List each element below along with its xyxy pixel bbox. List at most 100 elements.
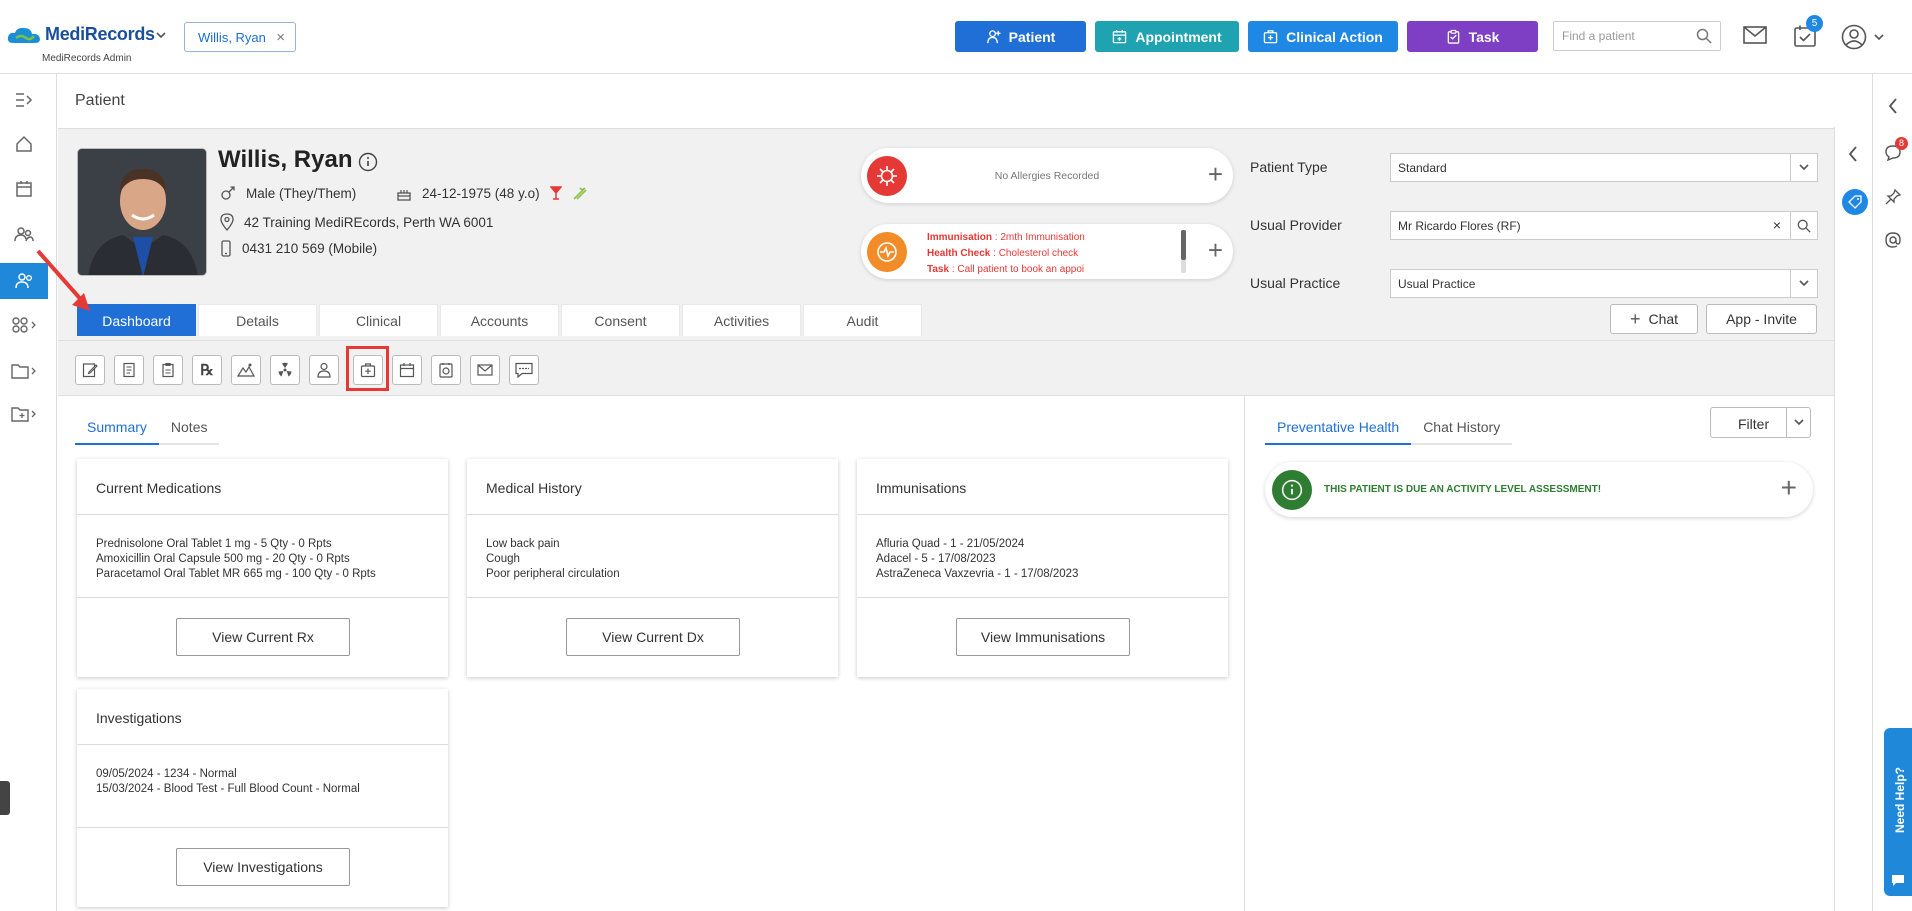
calendar-icon: [1113, 29, 1127, 44]
card-lines: Prednisolone Oral Tablet 1 mg - 5 Qty - …: [96, 537, 376, 582]
mail-icon[interactable]: [1743, 25, 1767, 45]
patient-header: Willis, Ryan Male (They/Them) 24-12-1975…: [58, 128, 1834, 340]
folder-icon[interactable]: [0, 353, 48, 389]
patient-gender-row: Male (They/Them): [220, 185, 356, 201]
calendar-icon[interactable]: [392, 355, 422, 385]
reminder-item[interactable]: Immunisation : 2mth Immunisation: [927, 230, 1177, 246]
mobile-phone-icon: [221, 240, 231, 257]
allergies-text: No Allergies Recorded: [994, 170, 1100, 182]
plus-icon: +: [1629, 308, 1641, 329]
patient-address: 42 Training MediREcords, Perth WA 6001: [244, 214, 494, 230]
app-invite-button[interactable]: App - Invite: [1706, 304, 1817, 334]
usual-provider-value: Mr Ricardo Flores (RF): [1398, 219, 1521, 233]
at-mention-icon[interactable]: [1884, 231, 1902, 249]
patient-type-select[interactable]: Standard: [1390, 153, 1818, 182]
view-immunisations-button[interactable]: View Immunisations: [956, 618, 1130, 656]
need-help-label: Need Help?: [1893, 766, 1907, 833]
chat-button[interactable]: + Chat: [1610, 304, 1698, 334]
patient-gender: Male (They/Them): [246, 185, 357, 201]
tab-accounts[interactable]: Accounts: [440, 304, 559, 336]
patient-page: Patient Willis, Ryan Male (They/Them) 24…: [36, 75, 1834, 911]
reminders-scrollbar[interactable]: [1181, 230, 1186, 273]
list-item: 15/03/2024 - Blood Test - Full Blood Cou…: [96, 783, 360, 795]
edit-note-icon[interactable]: [75, 355, 105, 385]
new-task-button[interactable]: Task: [1407, 21, 1538, 52]
tab-chat-history[interactable]: Chat History: [1411, 411, 1513, 445]
info-icon[interactable]: [358, 152, 378, 172]
chevron-down-icon[interactable]: [1790, 154, 1817, 181]
summary-subtabs: Summary Notes: [75, 411, 220, 445]
patient-chip-label: Willis, Ryan: [198, 30, 266, 45]
search-icon[interactable]: [1696, 28, 1712, 44]
document-list-icon[interactable]: [114, 355, 144, 385]
calendar-icon[interactable]: [0, 171, 48, 207]
tab-audit[interactable]: Audit: [803, 304, 922, 336]
usual-provider-select[interactable]: Mr Ricardo Flores (RF) ×: [1390, 211, 1818, 240]
pin-icon[interactable]: [1884, 188, 1902, 206]
allergies-card: No Allergies Recorded +: [861, 148, 1233, 203]
clinical-action-button[interactable]: Clinical Action: [1248, 21, 1398, 52]
folder-add-icon[interactable]: [0, 396, 48, 432]
filter-button[interactable]: Filter: [1710, 407, 1811, 438]
chat-button-label: Chat: [1648, 311, 1679, 327]
image-landscape-icon[interactable]: [231, 355, 261, 385]
sms-icon[interactable]: [509, 355, 539, 385]
tag-icon[interactable]: [1842, 189, 1868, 215]
reminder-item[interactable]: Task : Call patient to book an appoi: [927, 262, 1177, 275]
collapsed-side-tab[interactable]: [0, 781, 10, 815]
chevron-down-icon[interactable]: [1786, 408, 1811, 437]
card-lines: Afluria Quad - 1 - 21/05/2024 Adacel - 5…: [876, 537, 1078, 582]
add-reminder-icon[interactable]: +: [1208, 237, 1223, 263]
usual-practice-select[interactable]: Usual Practice: [1390, 269, 1818, 298]
mail-icon[interactable]: [470, 355, 500, 385]
tab-details[interactable]: Details: [198, 304, 317, 336]
highlight-box: [346, 346, 389, 391]
investigations-card: Investigations 09/05/2024 - 1234 - Norma…: [77, 689, 448, 907]
clipboard-document-icon[interactable]: [153, 355, 183, 385]
tab-clinical[interactable]: Clinical: [319, 304, 438, 336]
subtab-summary[interactable]: Summary: [75, 411, 159, 445]
patient-name: Willis, Ryan: [218, 146, 353, 173]
expand-menu-icon[interactable]: [0, 82, 48, 118]
add-activity-icon[interactable]: +: [1781, 474, 1797, 502]
logo[interactable]: MediRecords: [45, 24, 155, 45]
home-icon[interactable]: [0, 126, 48, 162]
tab-consent[interactable]: Consent: [561, 304, 680, 336]
right-panel-tabs: Preventative Health Chat History: [1265, 411, 1513, 445]
tab-activities[interactable]: Activities: [682, 304, 801, 336]
view-current-rx-button[interactable]: View Current Rx: [176, 618, 350, 656]
app-invite-label: App - Invite: [1726, 311, 1797, 327]
search-icon[interactable]: [1790, 212, 1817, 239]
billing-icon[interactable]: [431, 355, 461, 385]
reminder-item[interactable]: Health Check : Cholesterol check: [927, 246, 1177, 262]
subtab-notes[interactable]: Notes: [158, 411, 220, 445]
need-help-button[interactable]: Need Help?: [1884, 728, 1912, 896]
new-appointment-button[interactable]: Appointment: [1095, 21, 1239, 52]
tab-preventative-health[interactable]: Preventative Health: [1265, 411, 1412, 445]
prescription-rx-icon[interactable]: ℞: [192, 355, 222, 385]
chevron-down-icon[interactable]: [156, 32, 166, 39]
patient-search-input[interactable]: Find a patient: [1553, 21, 1721, 51]
radiation-icon[interactable]: [270, 355, 300, 385]
add-allergy-icon[interactable]: +: [1208, 161, 1223, 187]
chevron-down-icon[interactable]: [1790, 270, 1817, 297]
panel-divider: [1244, 396, 1245, 911]
chevron-left-icon[interactable]: [1848, 146, 1858, 162]
view-investigations-button[interactable]: View Investigations: [176, 848, 350, 886]
patient-dob: 24-12-1975 (48 y.o): [422, 185, 540, 201]
card-title: Medical History: [486, 480, 582, 496]
view-current-dx-button[interactable]: View Current Dx: [566, 618, 740, 656]
new-patient-button[interactable]: Patient: [955, 21, 1086, 52]
user-menu-chevron-icon[interactable]: [1874, 34, 1884, 41]
person-add-icon: [986, 30, 1001, 44]
patient-chip[interactable]: Willis, Ryan ×: [184, 22, 296, 52]
close-icon[interactable]: ×: [276, 29, 285, 46]
user-avatar-icon[interactable]: [1841, 24, 1867, 50]
card-title: Investigations: [96, 710, 182, 726]
alcohol-icon: [549, 186, 562, 200]
patient-tabs: Dashboard Details Clinical Accounts Cons…: [77, 304, 924, 338]
clear-icon[interactable]: ×: [1773, 217, 1781, 233]
referral-person-icon[interactable]: [309, 355, 339, 385]
alert-text: THIS PATIENT IS DUE AN ACTIVITY LEVEL AS…: [1324, 484, 1602, 495]
chevron-left-icon[interactable]: [1888, 98, 1898, 114]
